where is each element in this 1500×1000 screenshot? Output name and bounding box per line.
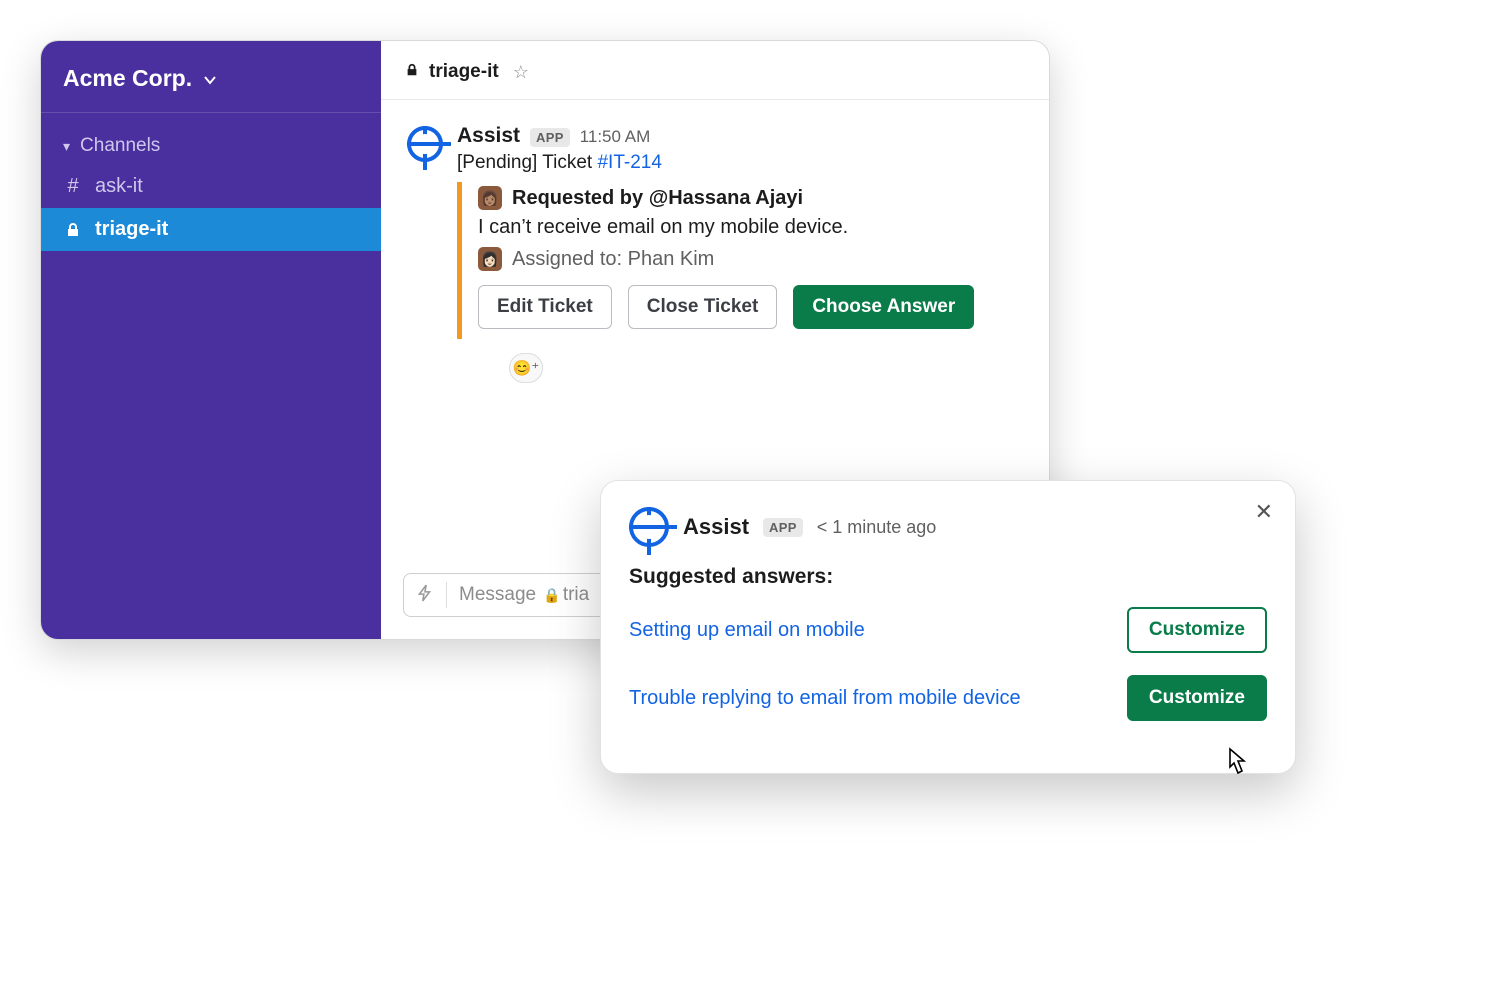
suggested-answers-popup: ✕ Assist APP < 1 minute ago Suggested an…	[600, 480, 1296, 774]
sidebar-item-triage-it[interactable]: triage-it	[41, 208, 381, 251]
requester-avatar: 👩🏽	[478, 186, 502, 210]
add-reaction-button[interactable]: 😊⁺	[509, 353, 543, 383]
pending-prefix: [Pending] Ticket	[457, 152, 597, 173]
answer-link[interactable]: Trouble replying to email from mobile de…	[629, 687, 1021, 710]
close-icon[interactable]: ✕	[1255, 499, 1273, 525]
app-badge: APP	[530, 128, 570, 147]
ticket-summary-line: [Pending] Ticket #IT-214	[457, 152, 1023, 174]
answer-link[interactable]: Setting up email on mobile	[629, 619, 865, 642]
edit-ticket-button[interactable]: Edit Ticket	[478, 285, 612, 329]
choose-answer-button[interactable]: Choose Answer	[793, 285, 974, 329]
channel-label: triage-it	[95, 218, 168, 241]
ticket-block: 👩🏽 Requested by @Hassana Ajayi I can’t r…	[457, 182, 1023, 339]
close-ticket-button[interactable]: Close Ticket	[628, 285, 778, 329]
channel-list: # ask-it triage-it	[41, 165, 381, 251]
message: Assist APP 11:50 AM [Pending] Ticket #IT…	[407, 124, 1023, 383]
assigned-to-label: Assigned to: Phan Kim	[512, 248, 714, 271]
sidebar: Acme Corp. ▾ Channels # ask-it tria	[41, 41, 381, 639]
channel-header: triage-it ☆	[381, 41, 1049, 100]
lock-icon	[63, 222, 83, 238]
chevron-down-icon	[202, 67, 218, 94]
popup-title: Suggested answers:	[629, 565, 1267, 589]
customize-button[interactable]: Customize	[1127, 607, 1267, 653]
workspace-name: Acme Corp.	[63, 65, 192, 92]
star-icon[interactable]: ☆	[513, 62, 529, 83]
sidebar-section-channels[interactable]: ▾ Channels	[41, 113, 381, 165]
app-badge: APP	[763, 518, 803, 537]
channel-label: ask-it	[95, 175, 143, 198]
message-sender: Assist	[457, 124, 520, 148]
ticket-issue-text: I can’t receive email on my mobile devic…	[478, 216, 1023, 239]
caret-down-icon: ▾	[63, 138, 70, 155]
assist-app-avatar	[629, 507, 669, 547]
hash-icon: #	[63, 175, 83, 198]
answer-row: Setting up email on mobile Customize	[629, 607, 1267, 653]
ticket-link[interactable]: #IT-214	[597, 152, 661, 173]
sidebar-item-ask-it[interactable]: # ask-it	[41, 165, 381, 208]
popup-sender: Assist	[683, 514, 749, 540]
lock-icon: 🔒	[543, 587, 560, 603]
channel-name: triage-it	[429, 61, 499, 83]
lock-icon	[405, 63, 419, 82]
sidebar-section-label: Channels	[80, 135, 160, 157]
composer-placeholder: Message 🔒tria	[459, 584, 589, 606]
message-time: 11:50 AM	[580, 127, 651, 147]
shortcuts-icon[interactable]	[416, 584, 434, 607]
popup-time: < 1 minute ago	[817, 517, 937, 538]
assignee-avatar: 👩🏻	[478, 247, 502, 271]
divider	[446, 582, 447, 608]
customize-button[interactable]: Customize	[1127, 675, 1267, 721]
requested-by-label: Requested by @Hassana Ajayi	[512, 187, 803, 210]
workspace-switcher[interactable]: Acme Corp.	[41, 41, 381, 113]
assist-app-avatar	[407, 126, 443, 162]
answer-row: Trouble replying to email from mobile de…	[629, 675, 1267, 721]
